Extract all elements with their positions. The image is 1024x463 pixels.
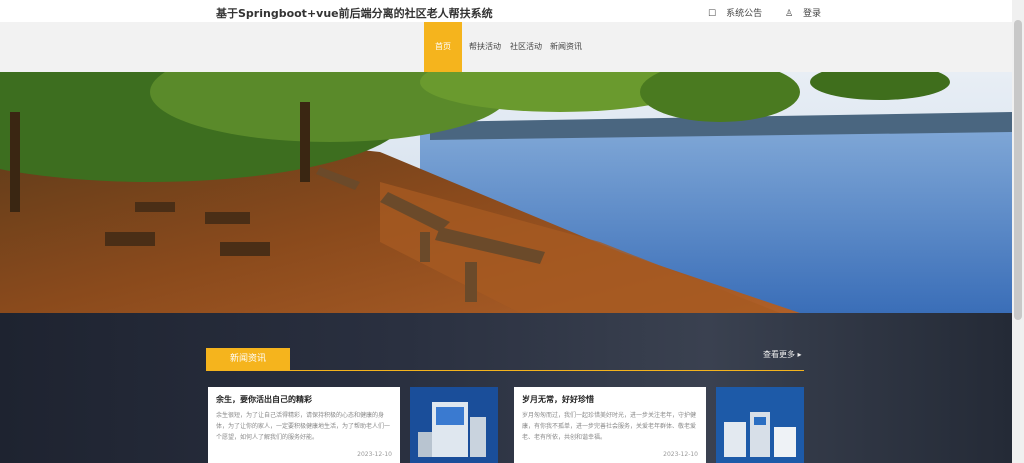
page-scrollbar[interactable] (1012, 0, 1024, 463)
news-card-body: 岁月匆匆而过，我们一起珍惜美好时光，进一步关注老年，守护健康，有你我不孤单，进一… (522, 412, 697, 441)
news-card-image[interactable] (410, 387, 498, 463)
news-card-date: 2023-12-10 (663, 451, 698, 458)
news-card-image[interactable] (716, 387, 804, 463)
scrollbar-thumb[interactable] (1014, 20, 1022, 320)
main-nav: 首页 帮扶活动 社区活动 新闻资讯 (0, 22, 1012, 73)
nav-item-community-activities[interactable]: 社区活动 (510, 22, 542, 72)
login-link[interactable]: ♙ 登录 (785, 9, 831, 19)
announcement-label: 系统公告 (726, 9, 763, 19)
medical-equipment-image (410, 387, 498, 463)
medical-equipment-image (716, 387, 804, 463)
hero-image (0, 72, 1012, 313)
top-bar: 基于Springboot+vue前后端分离的社区老人帮扶系统 ☐ 系统公告 ♙ 登录 (0, 0, 1012, 22)
news-card-title: 岁月无常，好好珍惜 (522, 395, 594, 404)
news-card-body: 余生很短，为了让自己活得精彩，请保持积极的心态和健康的身体，为了让你的家人，一定… (216, 412, 391, 441)
nav-item-home[interactable]: 首页 (424, 22, 462, 72)
hero-banner (0, 72, 1012, 313)
view-more-label: 查看更多 (763, 350, 795, 359)
news-section: 新闻资讯 查看更多 ▸ 余生，要你活出自己的精彩 余生很短，为了让自己活得精彩，… (0, 313, 1012, 463)
news-section-title: 新闻资讯 (206, 348, 290, 371)
nav-item-news[interactable]: 新闻资讯 (550, 22, 582, 72)
news-card[interactable]: 余生，要你活出自己的精彩 余生很短，为了让自己活得精彩，请保持积极的心态和健康的… (208, 387, 400, 463)
user-icon: ♙ (784, 9, 794, 19)
chevron-right-icon: ▸ (797, 350, 802, 359)
news-card-date: 2023-12-10 (357, 451, 392, 458)
login-label: 登录 (803, 9, 822, 19)
nav-item-help-activities[interactable]: 帮扶活动 (469, 22, 501, 72)
news-card-title: 余生，要你活出自己的精彩 (216, 395, 312, 404)
announcement-link[interactable]: ☐ 系统公告 (708, 9, 772, 19)
view-more-link[interactable]: 查看更多 ▸ (763, 349, 802, 360)
section-divider (206, 370, 804, 371)
site-title: 基于Springboot+vue前后端分离的社区老人帮扶系统 (216, 7, 493, 20)
announcement-icon: ☐ (708, 9, 717, 19)
news-card[interactable]: 岁月无常，好好珍惜 岁月匆匆而过，我们一起珍惜美好时光，进一步关注老年，守护健康… (514, 387, 706, 463)
top-links: ☐ 系统公告 ♙ 登录 (708, 6, 841, 19)
